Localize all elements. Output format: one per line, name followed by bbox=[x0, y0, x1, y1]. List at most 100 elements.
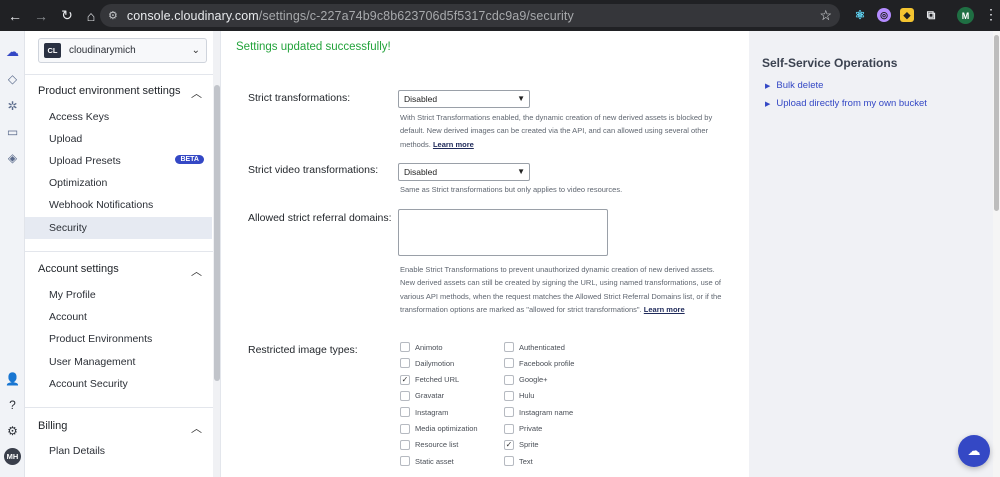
scrollbar-thumb[interactable] bbox=[214, 85, 220, 381]
restricted-type-option[interactable]: Instagram name bbox=[504, 407, 573, 418]
cloudinary-logo-icon[interactable]: ☁ bbox=[4, 43, 21, 60]
environment-badge: CL bbox=[44, 43, 61, 58]
strict-transformations-help: With Strict Transformations enabled, the… bbox=[400, 111, 730, 151]
address-bar[interactable]: ⚙ console.cloudinary.com/settings/c-227a… bbox=[100, 4, 840, 27]
bookmark-star-icon[interactable]: ☆ bbox=[819, 7, 832, 24]
checkbox[interactable] bbox=[504, 358, 514, 369]
user-avatar[interactable]: MH bbox=[4, 448, 21, 465]
restricted-type-option[interactable]: Authenticated bbox=[504, 342, 565, 352]
sidebar-item-product-environments[interactable]: Product Environments bbox=[25, 328, 212, 350]
invite-user-icon[interactable]: 👤 bbox=[4, 370, 21, 387]
profile-avatar[interactable]: M bbox=[957, 7, 974, 24]
caret-right-icon: ▶ bbox=[765, 100, 771, 108]
reload-icon[interactable]: ↻ bbox=[56, 5, 78, 27]
checkbox[interactable] bbox=[400, 342, 410, 352]
chevron-down-icon: ⌄ bbox=[191, 45, 200, 56]
help-icon[interactable]: ? bbox=[4, 396, 21, 413]
checkbox[interactable] bbox=[504, 456, 514, 467]
checkbox[interactable] bbox=[400, 423, 410, 434]
react-devtools-icon[interactable]: ⚛ bbox=[853, 8, 867, 22]
self-service-panel: Self-Service Operations ▶ Bulk delete ▶ … bbox=[749, 31, 993, 477]
checkbox[interactable] bbox=[400, 358, 410, 369]
bulk-delete-link[interactable]: ▶ Bulk delete bbox=[765, 80, 823, 91]
programmable-media-icon[interactable]: ◇ bbox=[4, 70, 21, 87]
checkbox[interactable] bbox=[504, 342, 514, 352]
checkbox-label: Facebook profile bbox=[519, 358, 575, 368]
extensions-puzzle-icon[interactable]: ⧉ bbox=[924, 8, 938, 22]
product-rail: ☁ ◇ ✲ ▭ ◈ 👤 ? ⚙ MH bbox=[0, 31, 25, 477]
restricted-type-option[interactable]: Media optimization bbox=[400, 423, 478, 434]
forward-icon[interactable]: → bbox=[30, 5, 52, 27]
strict-transformations-select[interactable]: Disabled ▼ bbox=[398, 90, 530, 108]
checkbox[interactable] bbox=[400, 456, 410, 467]
checkbox[interactable] bbox=[400, 390, 410, 401]
sidebar-item-account-security[interactable]: Account Security bbox=[25, 373, 212, 395]
checkbox[interactable] bbox=[400, 407, 410, 418]
strict-video-select[interactable]: Disabled ▼ bbox=[398, 163, 530, 181]
restricted-type-option[interactable]: Facebook profile bbox=[504, 358, 575, 369]
extension-purple-icon[interactable]: ◎ bbox=[877, 8, 891, 22]
sidebar-item-plan-details[interactable]: Plan Details bbox=[25, 440, 212, 462]
restricted-type-option[interactable]: Static asset bbox=[400, 456, 454, 467]
restricted-type-option[interactable]: Private bbox=[504, 423, 542, 434]
section-product-environment-settings[interactable]: Product environment settings bbox=[38, 85, 180, 97]
checkbox-label: Sprite bbox=[519, 440, 539, 450]
main-scrollbar[interactable] bbox=[741, 31, 749, 477]
video-icon[interactable]: ▭ bbox=[4, 123, 21, 140]
referral-domains-textarea[interactable] bbox=[398, 209, 608, 256]
chevron-up-icon[interactable]: ︿ bbox=[191, 420, 202, 436]
upload-from-bucket-link[interactable]: ▶ Upload directly from my own bucket bbox=[765, 98, 927, 109]
restricted-type-option[interactable]: Gravatar bbox=[400, 390, 444, 401]
home-icon[interactable]: ⌂ bbox=[80, 5, 102, 27]
restricted-type-option[interactable]: Animoto bbox=[400, 342, 443, 352]
scrollbar-thumb[interactable] bbox=[994, 35, 999, 211]
checkbox[interactable] bbox=[504, 423, 514, 434]
restricted-type-option[interactable]: Dailymotion bbox=[400, 358, 454, 369]
chat-support-button[interactable]: ☁ bbox=[958, 435, 990, 467]
checkbox[interactable] bbox=[504, 407, 514, 418]
sidebar-item-upload-presets[interactable]: Upload Presets BETA bbox=[25, 150, 212, 172]
sidebar-item-label: Upload Presets bbox=[49, 155, 121, 167]
chevron-up-icon[interactable]: ︿ bbox=[191, 263, 202, 279]
sidebar-item-webhook-notifications[interactable]: Webhook Notifications bbox=[25, 194, 212, 216]
site-info-icon[interactable]: ⚙ bbox=[108, 9, 118, 22]
strict-video-label: Strict video transformations: bbox=[248, 164, 379, 176]
sidebar-item-security[interactable]: Security bbox=[25, 217, 212, 239]
section-account-settings[interactable]: Account settings bbox=[38, 263, 119, 275]
restricted-type-option[interactable]: Hulu bbox=[504, 390, 534, 401]
checkbox[interactable] bbox=[400, 439, 410, 450]
learn-more-link[interactable]: Learn more bbox=[644, 305, 685, 314]
sidebar-item-access-keys[interactable]: Access Keys bbox=[25, 106, 212, 128]
sidebar-item-optimization[interactable]: Optimization bbox=[25, 172, 212, 194]
page-scrollbar[interactable] bbox=[993, 31, 1000, 477]
chevron-up-icon[interactable]: ︿ bbox=[191, 85, 202, 101]
restricted-type-option[interactable]: ✓ Sprite bbox=[504, 439, 539, 450]
settings-gear-icon[interactable]: ⚙ bbox=[4, 422, 21, 439]
checkbox-checked[interactable]: ✓ bbox=[504, 439, 514, 450]
analytics-icon[interactable]: ◈ bbox=[4, 149, 21, 166]
checkbox-checked[interactable]: ✓ bbox=[400, 374, 410, 385]
environment-selector[interactable]: CL cloudinarymich ⌄ bbox=[38, 38, 207, 63]
browser-menu-icon[interactable]: ⋮ bbox=[984, 6, 998, 23]
divider bbox=[25, 74, 213, 75]
section-billing[interactable]: Billing bbox=[38, 420, 67, 432]
assets-icon[interactable]: ✲ bbox=[4, 97, 21, 114]
restricted-type-option[interactable]: Instagram bbox=[400, 407, 448, 418]
restricted-type-option[interactable]: Google+ bbox=[504, 374, 548, 385]
sidebar-item-user-management[interactable]: User Management bbox=[25, 351, 212, 373]
sidebar-item-upload[interactable]: Upload bbox=[25, 128, 212, 150]
checkbox[interactable] bbox=[504, 390, 514, 401]
caret-down-icon: ▼ bbox=[517, 167, 525, 176]
sidebar-item-my-profile[interactable]: My Profile bbox=[25, 284, 212, 306]
checkbox[interactable] bbox=[504, 374, 514, 385]
self-service-title: Self-Service Operations bbox=[762, 56, 898, 70]
restricted-type-option[interactable]: ✓ Fetched URL bbox=[400, 374, 459, 385]
learn-more-link[interactable]: Learn more bbox=[433, 140, 474, 149]
extension-yellow-icon[interactable]: ◆ bbox=[900, 8, 914, 22]
sidebar-item-account[interactable]: Account bbox=[25, 306, 212, 328]
restricted-type-option[interactable]: Text bbox=[504, 456, 533, 467]
sidebar-scrollbar[interactable] bbox=[213, 31, 220, 477]
back-icon[interactable]: ← bbox=[4, 5, 26, 27]
cloud-chat-icon: ☁ bbox=[967, 443, 981, 458]
restricted-type-option[interactable]: Resource list bbox=[400, 439, 458, 450]
